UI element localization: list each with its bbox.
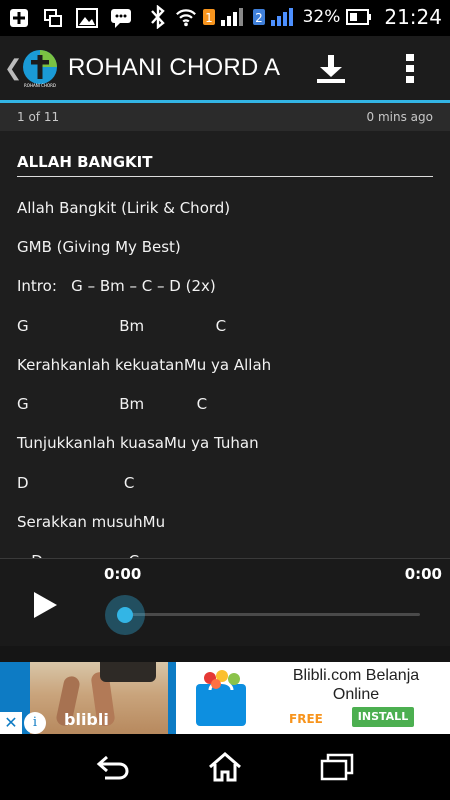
back-icon[interactable]: [95, 751, 131, 783]
notification-icons: [8, 7, 132, 29]
ad-image-brand: blibli: [64, 710, 109, 729]
system-icons: 1 2 32% 21:24: [147, 5, 442, 29]
song-line: GMB (Giving My Best): [17, 238, 181, 256]
page-info-bar: 1 of 11 0 mins ago: [0, 103, 450, 131]
action-bar: ❮ ROHANI CHORD ROHANI CHORD A: [0, 36, 450, 100]
chord-line: D C: [17, 474, 135, 492]
seek-thumb-center: [117, 607, 133, 623]
svg-text:2: 2: [255, 11, 263, 25]
play-icon[interactable]: [30, 589, 60, 621]
image-icon: [76, 7, 98, 29]
updated-time: 0 mins ago: [366, 110, 433, 124]
lyric-line: Kerahkanlah kekuatanMu ya Allah: [17, 356, 272, 374]
ad-card[interactable]: Blibli.com Belanja Online FREE INSTALL: [176, 662, 450, 734]
battery-percent: 32%: [302, 7, 341, 27]
ad-image-figure: [100, 662, 156, 682]
current-time: 0:00: [104, 565, 142, 583]
bluetooth-icon: [147, 5, 169, 29]
wifi-icon: [175, 6, 197, 28]
ad-info-icon[interactable]: i: [24, 712, 46, 734]
chord-line: G Bm C: [17, 317, 227, 335]
svg-text:ROHANI CHORD: ROHANI CHORD: [24, 83, 56, 88]
home-icon[interactable]: [207, 751, 243, 783]
ad-close-icon[interactable]: ✕: [0, 712, 22, 734]
multi-window-icon: [42, 7, 64, 29]
add-box-icon: [8, 7, 30, 29]
player-spacer: [0, 646, 450, 662]
total-time: 0:00: [404, 565, 442, 583]
ad-banner[interactable]: blibli ✕ i Blibli.com Belanja Online FRE…: [0, 662, 450, 734]
svg-text:1: 1: [205, 11, 213, 25]
chord-line: G Bm C: [17, 395, 208, 413]
title-divider: [17, 176, 433, 177]
app-logo[interactable]: ROHANI CHORD: [20, 48, 60, 88]
song-line: Allah Bangkit (Lirik & Chord): [17, 199, 231, 217]
seek-bar[interactable]: [125, 613, 420, 616]
shopping-bag-icon: [196, 670, 246, 726]
clock: 21:24: [384, 5, 442, 29]
sim1-signal-icon: 1: [202, 6, 247, 28]
page-position: 1 of 11: [17, 110, 60, 124]
lyric-line: Serakkan musuhMu: [17, 513, 166, 531]
seek-thumb[interactable]: [105, 595, 145, 635]
song-content[interactable]: ALLAH BANGKIT Allah Bangkit (Lirik & Cho…: [0, 131, 450, 558]
overflow-menu-icon[interactable]: [402, 52, 418, 84]
audio-player: 0:00 0:00: [0, 558, 450, 646]
ad-image[interactable]: blibli: [30, 662, 168, 734]
lyric-line: Tunjukkanlah kuasaMu ya Tuhan: [17, 434, 259, 452]
ad-price-label: FREE: [289, 712, 323, 726]
sim2-signal-icon: 2: [252, 6, 297, 28]
navigation-bar: [0, 734, 450, 800]
download-icon[interactable]: [314, 54, 348, 84]
chat-icon: [110, 7, 132, 29]
status-bar: 1 2 32% 21:24: [0, 0, 450, 36]
song-title: ALLAH BANGKIT: [17, 153, 153, 171]
song-line: Intro: G – Bm – C – D (2x): [17, 277, 216, 295]
battery-icon: [346, 6, 372, 28]
ad-install-button[interactable]: INSTALL: [352, 707, 414, 727]
recent-apps-icon[interactable]: [319, 751, 355, 783]
app-title: ROHANI CHORD A: [68, 54, 281, 81]
ad-headline: Blibli.com Belanja Online: [292, 667, 420, 703]
